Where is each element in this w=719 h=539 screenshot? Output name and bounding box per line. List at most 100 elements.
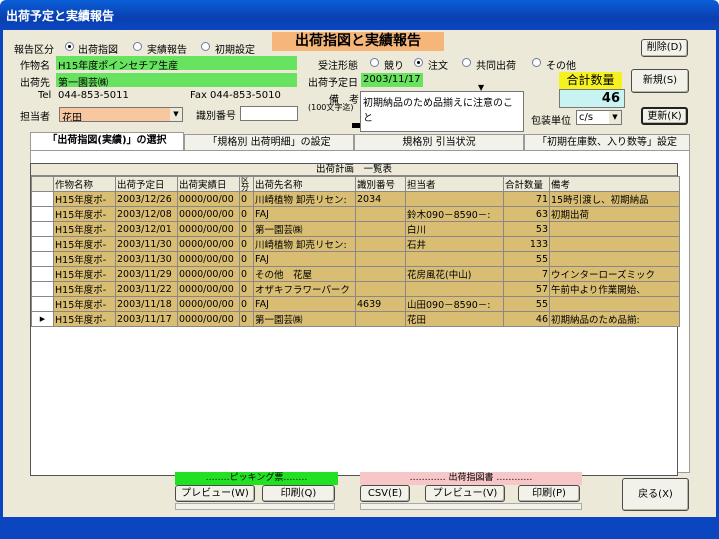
table-cell[interactable]: 2034 — [355, 191, 406, 207]
table-cell[interactable]: 0 — [239, 191, 254, 207]
radio-shipping-order[interactable] — [65, 42, 74, 51]
table-cell[interactable]: 0000/00/00 — [177, 281, 240, 297]
instruction-print-button[interactable]: 印刷(P) — [518, 485, 580, 502]
picking-print-button[interactable]: 印刷(Q) — [262, 485, 335, 502]
table-cell[interactable]: H15年度ポ- — [53, 266, 116, 282]
table-cell[interactable]: 0 — [239, 251, 254, 267]
table-cell[interactable]: 2003/12/26 — [115, 191, 178, 207]
column-header[interactable]: 出荷予定日 — [115, 176, 178, 192]
radio-order[interactable] — [414, 58, 423, 67]
table-cell[interactable]: 57 — [503, 281, 550, 297]
table-cell[interactable]: 午前中より作業開始、 — [549, 281, 680, 297]
table-cell[interactable]: 0000/00/00 — [177, 251, 240, 267]
table-cell[interactable]: 0 — [239, 221, 254, 237]
table-cell[interactable]: ウインターローズミック — [549, 266, 680, 282]
table-cell[interactable]: 2003/12/08 — [115, 206, 178, 222]
table-cell[interactable]: 55 — [503, 296, 550, 312]
table-row[interactable]: H15年度ポ- 2003/11/22 0000/00/00 0 オザキフラワーパーク 57… — [31, 281, 680, 297]
picking-preview-button[interactable]: プレビュー(W) — [175, 485, 255, 502]
column-header[interactable]: 識別番号 — [355, 176, 406, 192]
idno-field[interactable] — [240, 106, 298, 121]
row-selector[interactable]: ▶ — [31, 311, 54, 327]
table-cell[interactable]: 0 — [239, 311, 254, 327]
column-header[interactable]: 合計数量 — [503, 176, 550, 192]
table-row[interactable]: ▶ H15年度ポ- 2003/11/17 0000/00/00 0 第一園芸㈱ 花田 46 初期… — [31, 311, 680, 327]
table-cell[interactable]: 石井 — [405, 236, 504, 252]
table-cell[interactable]: 川崎植物 卸売リセン: — [253, 191, 356, 207]
tab-initial-stock[interactable]: 「初期在庫数、入り数等」設定 — [524, 134, 690, 150]
table-cell[interactable]: H15年度ポ- — [53, 281, 116, 297]
table-row[interactable]: H15年度ポ- 2003/11/30 0000/00/00 0 FAJ 55 — [31, 251, 680, 267]
table-cell[interactable]: 2003/11/18 — [115, 296, 178, 312]
table-cell[interactable]: 2003/12/01 — [115, 221, 178, 237]
table-cell[interactable]: 初期出荷 — [549, 206, 680, 222]
table-cell[interactable]: FAJ — [253, 206, 356, 222]
unit-select[interactable]: c/s ▼ — [576, 110, 622, 125]
table-row[interactable]: H15年度ポ- 2003/12/08 0000/00/00 0 FAJ 鈴木090－859… — [31, 206, 680, 222]
csv-button[interactable]: CSV(E) — [360, 485, 410, 502]
column-header[interactable]: 備考 — [549, 176, 680, 192]
table-cell[interactable]: 46 — [503, 311, 550, 327]
staff-select[interactable]: 花田 ▼ — [59, 107, 183, 122]
table-cell[interactable] — [355, 221, 406, 237]
table-cell[interactable]: 0 — [239, 236, 254, 252]
table-cell[interactable]: 71 — [503, 191, 550, 207]
table-cell[interactable] — [355, 266, 406, 282]
table-cell[interactable]: 0000/00/00 — [177, 296, 240, 312]
table-cell[interactable]: 第一園芸㈱ — [253, 221, 356, 237]
back-button[interactable]: 戻る(X) — [622, 478, 689, 511]
column-header[interactable]: 出荷実績日 — [177, 176, 240, 192]
table-cell[interactable] — [549, 236, 680, 252]
chevron-down-icon[interactable]: ▼ — [170, 108, 182, 121]
table-cell[interactable]: 2003/11/30 — [115, 251, 178, 267]
column-header[interactable]: 作物名称 — [53, 176, 116, 192]
table-cell[interactable] — [355, 206, 406, 222]
table-cell[interactable]: 133 — [503, 236, 550, 252]
table-cell[interactable]: H15年度ポ- — [53, 236, 116, 252]
table-cell[interactable]: 7 — [503, 266, 550, 282]
table-cell[interactable] — [405, 251, 504, 267]
table-cell[interactable]: 0 — [239, 296, 254, 312]
table-cell[interactable]: FAJ — [253, 251, 356, 267]
table-cell[interactable]: H15年度ポ- — [53, 311, 116, 327]
column-header[interactable]: 出荷先名称 — [253, 176, 356, 192]
table-cell[interactable]: 0000/00/00 — [177, 236, 240, 252]
table-cell[interactable]: 第一園芸㈱ — [253, 311, 356, 327]
table-cell[interactable]: 白川 — [405, 221, 504, 237]
table-cell[interactable] — [355, 236, 406, 252]
table-cell[interactable]: 花房風花(中山) — [405, 266, 504, 282]
table-cell[interactable]: 0000/00/00 — [177, 221, 240, 237]
table-cell[interactable] — [549, 221, 680, 237]
table-cell[interactable]: H15年度ポ- — [53, 221, 116, 237]
table-cell[interactable]: FAJ — [253, 296, 356, 312]
radio-auction[interactable] — [370, 58, 379, 67]
table-cell[interactable]: 花田 — [405, 311, 504, 327]
radio-initial-setup[interactable] — [201, 42, 210, 51]
row-selector[interactable] — [31, 251, 54, 267]
table-cell[interactable] — [355, 311, 406, 327]
radio-joint-shipping[interactable] — [462, 58, 471, 67]
tab-shipping-order-select[interactable]: 「出荷指図(実績)」の選択 — [30, 132, 184, 151]
table-row[interactable]: H15年度ポ- 2003/11/29 0000/00/00 0 その他 花屋 花房風花(中… — [31, 266, 680, 282]
table-cell[interactable]: オザキフラワーパーク — [253, 281, 356, 297]
radio-other[interactable] — [532, 58, 541, 67]
table-cell[interactable]: 55 — [503, 251, 550, 267]
table-cell[interactable]: H15年度ポ- — [53, 206, 116, 222]
delete-button[interactable]: 削除(D) — [641, 39, 688, 57]
ship-date-field[interactable]: 2003/11/17 — [361, 73, 423, 87]
shipto-field[interactable]: 第一園芸㈱ — [56, 73, 297, 87]
table-cell[interactable]: 2003/11/30 — [115, 236, 178, 252]
table-row[interactable]: H15年度ポ- 2003/11/30 0000/00/00 0 川崎植物 卸売リセン: 石… — [31, 236, 680, 252]
table-cell[interactable]: 0000/00/00 — [177, 191, 240, 207]
table-cell[interactable] — [405, 281, 504, 297]
new-button[interactable]: 新規(S) — [631, 69, 689, 93]
table-cell[interactable]: H15年度ポ- — [53, 296, 116, 312]
table-row[interactable]: H15年度ポ- 2003/11/18 0000/00/00 0 FAJ 4639 山田090… — [31, 296, 680, 312]
instruction-preview-button[interactable]: プレビュー(V) — [425, 485, 505, 502]
table-cell[interactable]: 4639 — [355, 296, 406, 312]
table-cell[interactable]: 山田090－8590－: — [405, 296, 504, 312]
table-cell[interactable]: その他 花屋 — [253, 266, 356, 282]
table-cell[interactable]: 鈴木090－8590－: — [405, 206, 504, 222]
radio-result-report[interactable] — [133, 42, 142, 51]
row-selector[interactable] — [31, 221, 54, 237]
